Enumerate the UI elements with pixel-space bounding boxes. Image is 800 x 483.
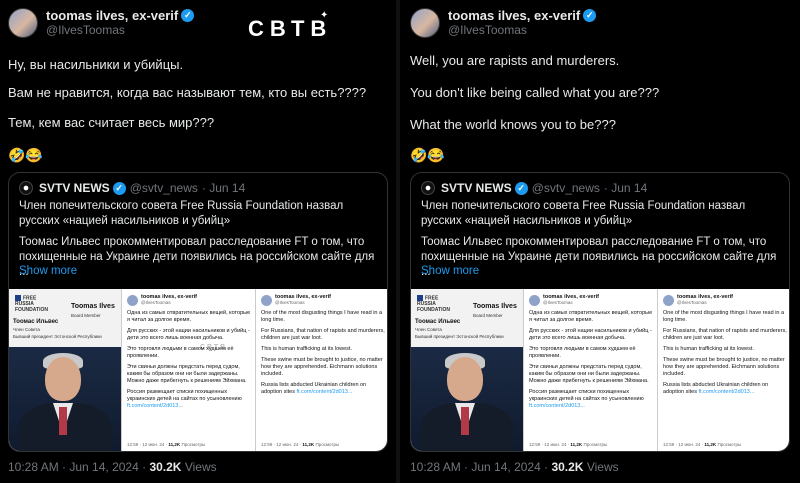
portrait-image <box>411 347 523 451</box>
svtv-logo-icon <box>421 181 435 195</box>
media-screenshot-en: toomas ilves, ex-verif @IlvesToomas One … <box>255 289 387 451</box>
ffrf-logo: FREE RUSSIA FOUNDATION <box>417 295 450 314</box>
author-handle[interactable]: @IlvesToomas <box>448 23 596 38</box>
quote-headline: Член попечительского совета Free Russia … <box>19 200 344 227</box>
bio-desc-ru: Бывший президент Эстонской Республики <box>13 334 102 339</box>
tweet-panel-english: toomas ilves, ex-verif ✓ @IlvesToomas We… <box>402 0 796 483</box>
verified-badge-icon: ✓ <box>514 181 528 195</box>
tweet-timestamp[interactable]: 10:28 AM · Jun 14, 2024 · <box>8 460 146 474</box>
ffrf-logo: FREE RUSSIA FOUNDATION <box>15 295 48 314</box>
bio-name-ru: Тоомас Ильвес <box>13 319 59 325</box>
svtv-logo-icon <box>19 181 33 195</box>
bio-desc-ru: Бывший президент Эстонской Республики <box>415 334 504 339</box>
quote-media[interactable]: FREE RUSSIA FOUNDATION Toomas Ilves Boar… <box>411 289 789 451</box>
tweet-line-2: You don't like being called what you are… <box>410 85 660 100</box>
avatar <box>261 294 272 306</box>
bio-name: Toomas Ilves <box>473 303 517 310</box>
portrait-image <box>9 347 121 451</box>
tweet-line-3: What the world knows you to be??? <box>410 117 616 132</box>
avatar[interactable] <box>410 8 440 38</box>
views-label: Views <box>586 460 619 474</box>
bio-role-ru: Член Совета <box>13 327 40 332</box>
bio-name: Toomas Ilves <box>71 303 115 310</box>
verified-badge-icon: ✓ <box>112 181 126 195</box>
media-bio-card: FREE RUSSIA FOUNDATION Toomas Ilves Boar… <box>411 289 523 451</box>
emoji-line: 🤣😂 <box>410 147 445 163</box>
tweet-footer: 10:28 AM · Jun 14, 2024 · 30.2K Views <box>410 460 619 474</box>
tweet-line-3: Тем, кем вас считает весь мир??? <box>8 115 215 130</box>
view-count: 30.2K <box>551 460 584 474</box>
bio-role-ru: Член Совета <box>415 327 442 332</box>
tweet-line-1: Well, you are rapists and murderers. <box>410 53 620 68</box>
quote-author-handle: @svtv_news <box>531 181 600 195</box>
media-screenshot-ru: toomas ilves, ex-verif @IlvesToomas СВТВ… <box>121 289 255 451</box>
view-count: 30.2K <box>149 460 182 474</box>
media-bio-card: FREE RUSSIA FOUNDATION Toomas Ilves Boar… <box>9 289 121 451</box>
author-handle[interactable]: @IlvesToomas <box>46 23 194 38</box>
quote-headline: Член попечительского совета Free Russia … <box>421 200 746 227</box>
satellite-icon: ✦ <box>320 10 329 21</box>
bio-name-ru: Тоомас Ильвес <box>415 319 461 325</box>
media-screenshot-ru: toomas ilves, ex-verif @IlvesToomas Одна… <box>523 289 657 451</box>
avatar[interactable] <box>8 8 38 38</box>
emoji-line: 🤣😂 <box>8 147 43 163</box>
quote-date: · Jun 14 <box>201 181 246 195</box>
verified-badge-icon: ✓ <box>181 9 195 22</box>
quoted-tweet[interactable]: SVTV NEWS ✓ @svtv_news · Jun 14 Член поп… <box>8 172 388 452</box>
quote-author-name[interactable]: SVTV NEWS <box>39 181 110 195</box>
show-more-link[interactable]: Show more <box>19 265 77 277</box>
avatar <box>127 294 138 306</box>
bio-role: Board Member <box>473 313 503 318</box>
media-screenshot-en: toomas ilves, ex-verif @IlvesToomas One … <box>657 289 789 451</box>
tweet-header: toomas ilves, ex-verif ✓ @IlvesToomas <box>8 8 195 38</box>
quoted-tweet[interactable]: SVTV NEWS ✓ @svtv_news · Jun 14 Член поп… <box>410 172 790 452</box>
author-name[interactable]: toomas ilves, ex-verif <box>46 8 178 23</box>
quote-author-name[interactable]: SVTV NEWS <box>441 181 512 195</box>
tweet-timestamp[interactable]: 10:28 AM · Jun 14, 2024 · <box>410 460 548 474</box>
quote-date: · Jun 14 <box>603 181 648 195</box>
tweet-header: toomas ilves, ex-verif ✓ @IlvesToomas <box>410 8 597 38</box>
tweet-panel-russian: toomas ilves, ex-verif ✓ @IlvesToomas СВ… <box>0 0 394 483</box>
tweet-line-2: Вам не нравится, когда вас называют тем,… <box>8 85 367 100</box>
tweet-footer: 10:28 AM · Jun 14, 2024 · 30.2K Views <box>8 460 217 474</box>
verified-badge-icon: ✓ <box>583 9 597 22</box>
bio-role: Board Member <box>71 313 101 318</box>
views-label: Views <box>184 460 217 474</box>
avatar <box>663 294 674 306</box>
tweet-line-1: Ну, вы насильники и убийцы. <box>8 57 184 72</box>
quote-author-handle: @svtv_news <box>129 181 198 195</box>
show-more-link[interactable]: Show more <box>421 265 479 277</box>
quote-media[interactable]: FREE RUSSIA FOUNDATION Toomas Ilves Boar… <box>9 289 387 451</box>
avatar <box>529 294 540 306</box>
author-name[interactable]: toomas ilves, ex-verif <box>448 8 580 23</box>
panel-divider <box>396 0 400 483</box>
